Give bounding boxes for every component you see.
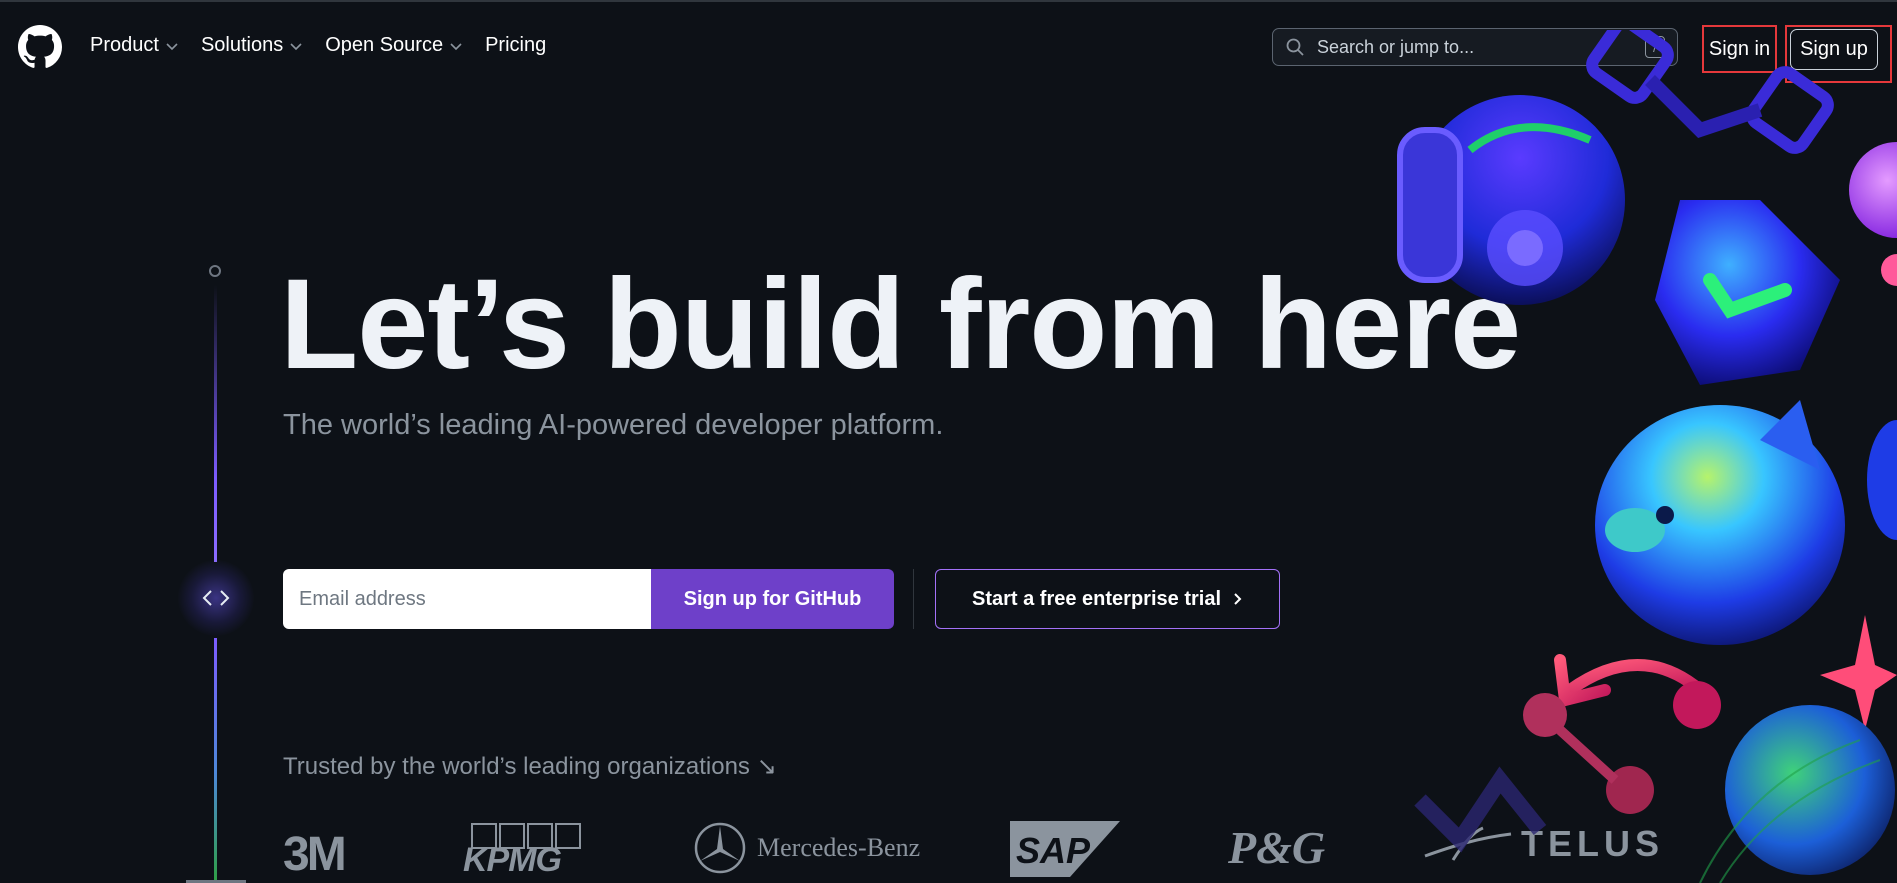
signup-form: Sign up for GitHub — [283, 569, 894, 629]
main-nav: Product Solutions Open Source Pricing — [90, 34, 546, 57]
logo-kpmg: KPMG — [463, 823, 585, 881]
enterprise-trial-label: Start a free enterprise trial — [972, 587, 1221, 610]
github-logo-icon[interactable] — [18, 25, 62, 69]
chevron-down-icon — [166, 42, 178, 50]
nav-solutions-label: Solutions — [200, 34, 284, 56]
rail-line-top — [214, 285, 217, 562]
rail-start-dot — [209, 265, 221, 277]
mercedes-star-icon — [694, 822, 746, 874]
email-input[interactable] — [283, 569, 651, 629]
nav-pricing[interactable]: Pricing — [485, 34, 546, 57]
logo-mercedes-benz: Mercedes-Benz — [693, 821, 920, 875]
rail-line-bottom — [214, 638, 217, 883]
sap-wordmark: SAP — [1016, 830, 1091, 871]
sign-up-for-github-button[interactable]: Sign up for GitHub — [651, 569, 894, 629]
nav-open-source-label: Open Source — [325, 34, 444, 56]
enterprise-trial-button[interactable]: Start a free enterprise trial — [935, 569, 1280, 629]
cta-divider — [913, 569, 914, 629]
chevron-down-icon — [450, 42, 462, 50]
code-icon — [199, 584, 233, 612]
hero-subtitle: The world’s leading AI-powered developer… — [283, 409, 944, 441]
nav-solutions[interactable]: Solutions — [201, 34, 303, 57]
nav-open-source[interactable]: Open Source — [325, 34, 463, 57]
hero-illustration — [1397, 30, 1897, 883]
logo-3m: 3M — [283, 828, 347, 881]
trusted-by-label: Trusted by the world’s leading organizat… — [283, 753, 777, 780]
mercedes-wordmark: Mercedes-Benz — [757, 833, 921, 862]
nav-pricing-label: Pricing — [485, 34, 547, 56]
chevron-down-icon — [290, 42, 302, 50]
nav-product[interactable]: Product — [90, 34, 179, 57]
logo-sap: SAP — [1010, 821, 1120, 877]
nav-product-label: Product — [90, 34, 159, 56]
chevron-right-icon — [1234, 593, 1242, 605]
